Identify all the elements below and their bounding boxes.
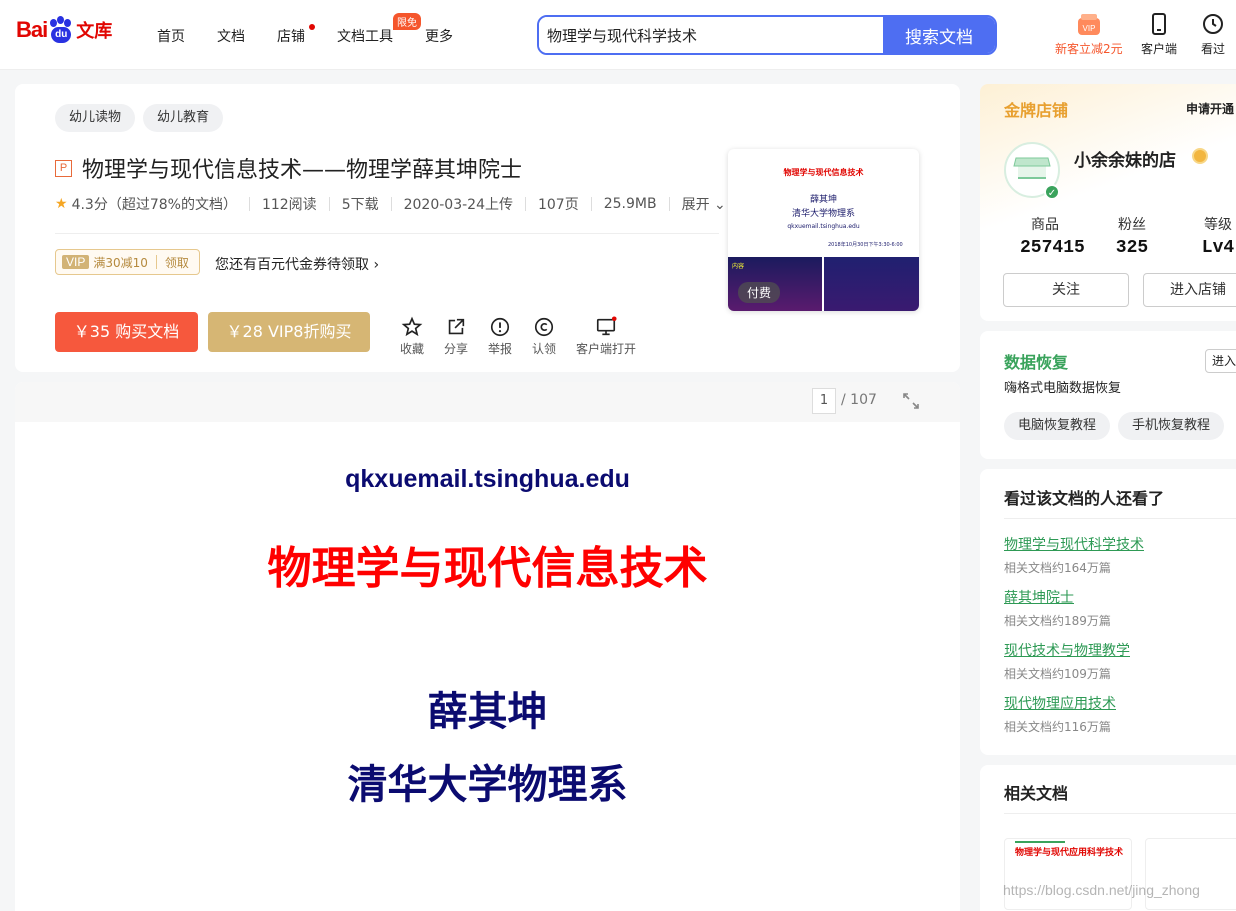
nav-more[interactable]: 更多 [425, 26, 453, 46]
chevron-right-icon: › [373, 257, 380, 273]
also-viewed-sub-4: 相关文档约116万篇 [1004, 720, 1111, 734]
clock-icon [1203, 14, 1223, 34]
phone-recovery-tutorial[interactable]: 手机恢复教程 [1118, 412, 1225, 440]
stat-products: 商品 257415 [1020, 217, 1085, 258]
data-recovery-card: 数据恢复 嗨格式电脑数据恢复 进入 电脑恢复教程 手机恢复教程 [980, 331, 1236, 459]
fullscreen-icon[interactable] [902, 392, 920, 410]
new-user-vip[interactable]: VIP 新客立减2元 [1055, 12, 1123, 57]
page-count: 107页 [537, 197, 579, 213]
nav-doc-tools[interactable]: 文档工具 [337, 26, 393, 46]
share-icon [448, 318, 465, 335]
also-viewed-card: 看过该文档的人还看了 物理学与现代科学技术 相关文档约164万篇 薛其坤院士 相… [980, 469, 1236, 755]
favorite-action[interactable]: 收藏 [400, 316, 424, 357]
recovery-enter-button[interactable]: 进入 [1205, 349, 1236, 373]
read-count: 112阅读 [261, 197, 317, 213]
related-doc-thumb-1[interactable]: 物理学与现代应用科学技术 [1004, 838, 1132, 910]
nav-shop-dot [309, 24, 315, 30]
page-email: qkxuemail.tsinghua.edu [345, 465, 630, 493]
search-button[interactable]: 搜索文档 [883, 17, 995, 53]
enter-shop-button[interactable]: 进入店铺 [1143, 273, 1236, 307]
watermark: https://blog.csdn.net/jing_zhong [1003, 882, 1200, 898]
open-in-client-action[interactable]: 客户端打开 [576, 316, 636, 357]
claim-action[interactable]: 认领 [532, 316, 556, 357]
nav-home[interactable]: 首页 [157, 26, 185, 46]
vip-gift-icon: VIP [1077, 14, 1100, 35]
tag-children-education[interactable]: 幼儿教育 [143, 104, 224, 132]
download-count: 5下载 [341, 197, 379, 213]
verified-icon: ✓ [1044, 184, 1060, 200]
doc-title: P 物理学与现代信息技术——物理学薛其坤院士 [55, 152, 522, 184]
doc-thumbnail[interactable]: 物理学与现代信息技术 薛其坤 清华大学物理系 qkxuemail.tsinghua… [728, 149, 919, 311]
also-viewed-link-3[interactable]: 现代技术与物理教学 [1004, 640, 1130, 660]
history[interactable]: 看过 [1201, 12, 1225, 57]
stat-level: 等级 Lv4 [1201, 217, 1235, 258]
coupon-tip-link[interactable]: 您还有百元代金券待领取 › [215, 254, 379, 274]
nav-shop[interactable]: 店铺 [277, 26, 305, 46]
gold-medal-icon [1192, 148, 1208, 164]
monitor-icon [596, 316, 617, 336]
shop-card: 金牌店铺 申请开通 ✓ 小余余妹的店 商品 257415 粉丝 325 等级 Lv4 … [980, 84, 1236, 321]
alert-icon [490, 317, 510, 337]
share-action[interactable]: 分享 [444, 316, 468, 357]
shop-name[interactable]: 小余余妹的店 [1074, 146, 1176, 171]
doc-meta: ★ 4.3分（超过78%的文档） 112阅读 5下载 2020-03-24上传 … [55, 194, 726, 214]
vip-coupon[interactable]: VIP 满30减10 领取 [55, 249, 200, 275]
page-author: 薛其坤 [427, 688, 548, 735]
also-viewed-link-4[interactable]: 现代物理应用技术 [1004, 693, 1116, 713]
search-input[interactable] [539, 17, 883, 53]
apply-shop-link[interactable]: 申请开通 [1186, 100, 1234, 117]
buy-document-button[interactable]: ￥35 购买文档 [55, 312, 198, 352]
tag-children-books[interactable]: 幼儿读物 [55, 104, 136, 132]
also-viewed-title: 看过该文档的人还看了 [1004, 489, 1165, 508]
star-icon: ★ [55, 196, 68, 212]
page-department: 清华大学物理系 [347, 761, 628, 808]
report-action[interactable]: 举报 [488, 316, 512, 357]
svg-text:VIP: VIP [1082, 24, 1095, 33]
nav-docs[interactable]: 文档 [217, 26, 245, 46]
upload-date: 2020-03-24上传 [403, 197, 513, 213]
recovery-desc: 嗨格式电脑数据恢复 [1004, 381, 1122, 396]
related-docs-title: 相关文档 [1004, 784, 1069, 803]
page-number-input[interactable]: 1 [812, 388, 836, 414]
phone-icon [1152, 13, 1166, 35]
rating: 4.3分（超过78%的文档） [71, 197, 237, 213]
document-reader: 1 / 107 物理学与现代信息技术 薛其坤 清华大学物理系 [15, 382, 960, 911]
top-header: Bai du 文库 首页 文档 店铺 文档工具 限免 更多 搜索文档 VIP 新… [0, 0, 1236, 70]
ppt-file-icon: P [55, 159, 72, 177]
recovery-title[interactable]: 数据恢复 [1004, 349, 1068, 373]
paw-icon: du [48, 16, 74, 44]
related-doc-thumb-2[interactable] [1145, 838, 1236, 910]
file-size: 25.9MB [603, 196, 657, 212]
baidu-wenku-logo[interactable]: Bai du 文库 [16, 12, 112, 48]
expand-button[interactable]: 展开 ⌄ [682, 194, 726, 214]
vip-buy-button[interactable]: ￥28 VIP8折购买 [208, 312, 370, 352]
also-viewed-sub-2: 相关文档约189万篇 [1004, 614, 1111, 628]
chevron-down-icon: ⌄ [714, 197, 726, 213]
search-box: 搜索文档 [537, 15, 997, 55]
follow-button[interactable]: 关注 [1003, 273, 1129, 307]
reader-toolbar: 1 / 107 [15, 382, 960, 422]
total-pages: / 107 [841, 392, 877, 408]
paid-badge: 付费 [738, 282, 781, 303]
pc-recovery-tutorial[interactable]: 电脑恢复教程 [1004, 412, 1111, 440]
also-viewed-link-2[interactable]: 薛其坤院士 [1004, 587, 1074, 607]
stat-fans: 粉丝 325 [1115, 217, 1149, 258]
page-title: 物理学与现代信息技术 [267, 543, 708, 594]
gold-shop-label: 金牌店铺 [1004, 101, 1069, 120]
copyright-icon [534, 317, 554, 337]
star-outline-icon [401, 316, 423, 337]
free-badge: 限免 [393, 13, 421, 30]
client-app[interactable]: 客户端 [1141, 12, 1177, 57]
also-viewed-link-1[interactable]: 物理学与现代科学技术 [1004, 534, 1144, 554]
also-viewed-sub-1: 相关文档约164万篇 [1004, 561, 1111, 575]
also-viewed-sub-3: 相关文档约109万篇 [1004, 667, 1111, 681]
